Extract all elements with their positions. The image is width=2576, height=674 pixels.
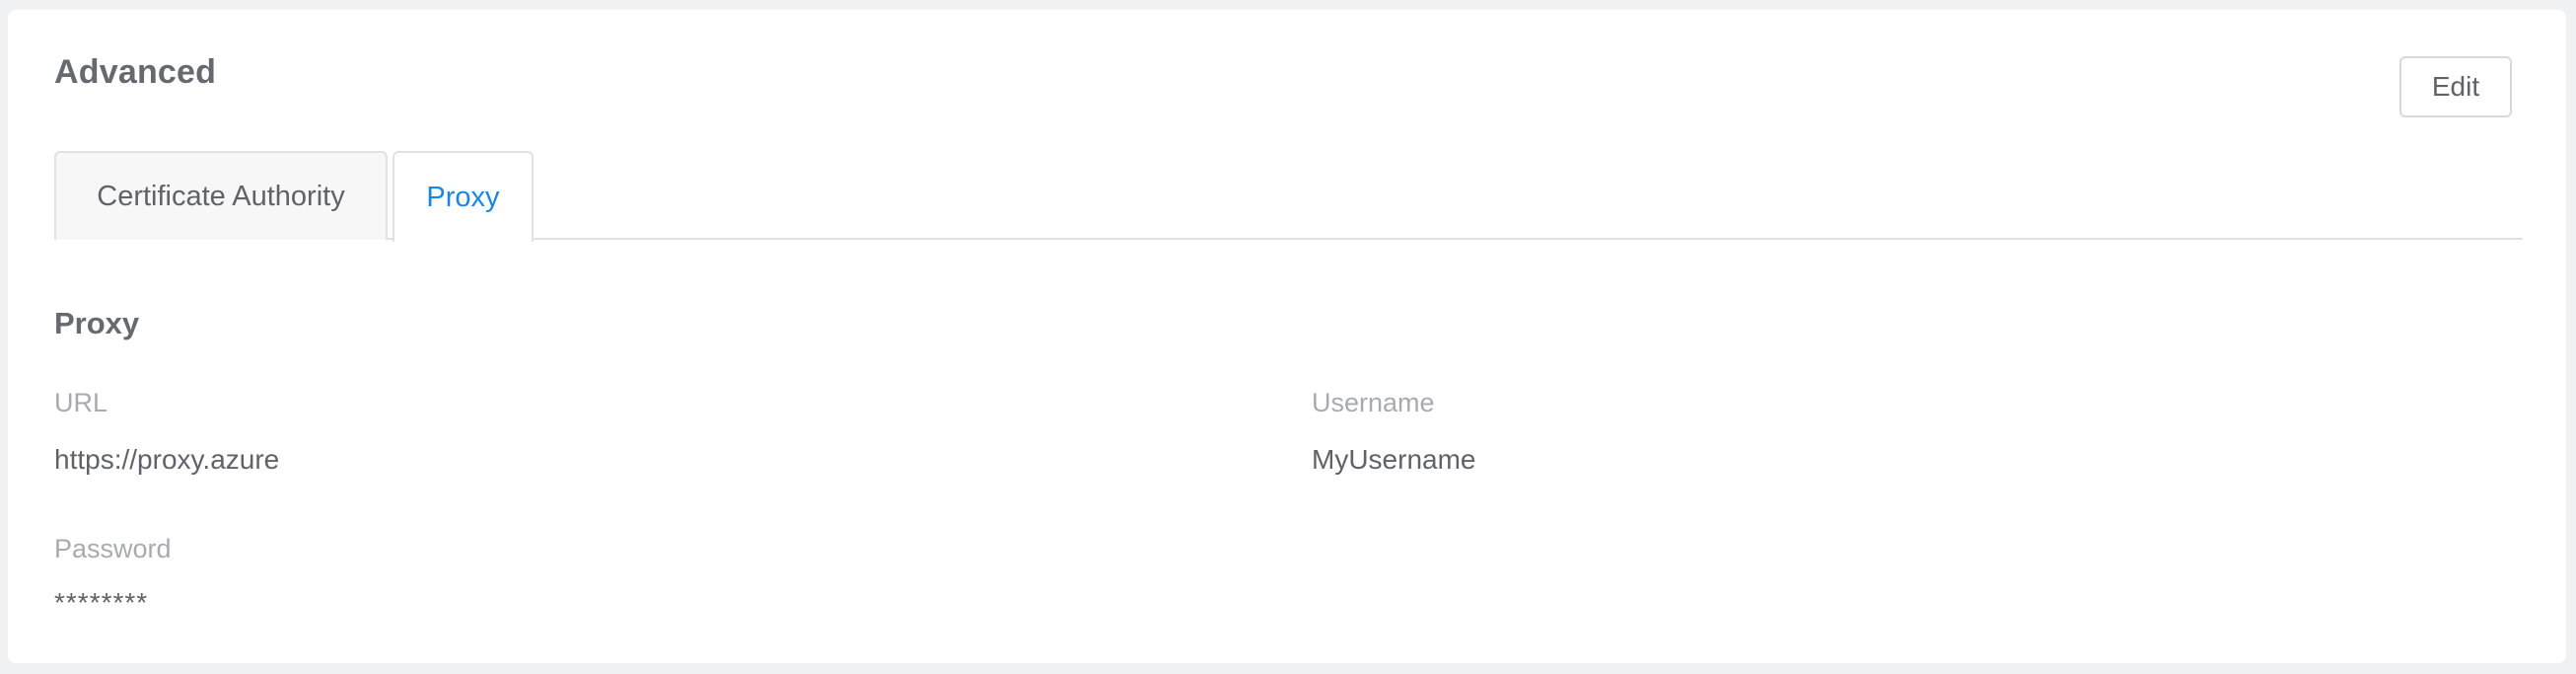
password-value: ******** [54, 587, 149, 618]
proxy-section-title: Proxy [54, 306, 140, 340]
tab-proxy[interactable]: Proxy [393, 151, 534, 242]
edit-button[interactable]: Edit [2399, 56, 2512, 117]
username-label: Username [1312, 388, 1435, 417]
tab-bar: Certificate Authority Proxy [54, 151, 2523, 242]
tab-certificate-authority[interactable]: Certificate Authority [54, 151, 388, 240]
username-value: MyUsername [1312, 444, 1476, 475]
tab-label: Certificate Authority [97, 180, 345, 212]
url-value: https://proxy.azure [54, 444, 280, 475]
tab-label: Proxy [426, 181, 500, 213]
section-title: Advanced [54, 53, 217, 91]
advanced-card: Advanced Edit Certificate Authority Prox… [8, 10, 2566, 663]
url-label: URL [54, 388, 108, 417]
password-label: Password [54, 534, 172, 563]
